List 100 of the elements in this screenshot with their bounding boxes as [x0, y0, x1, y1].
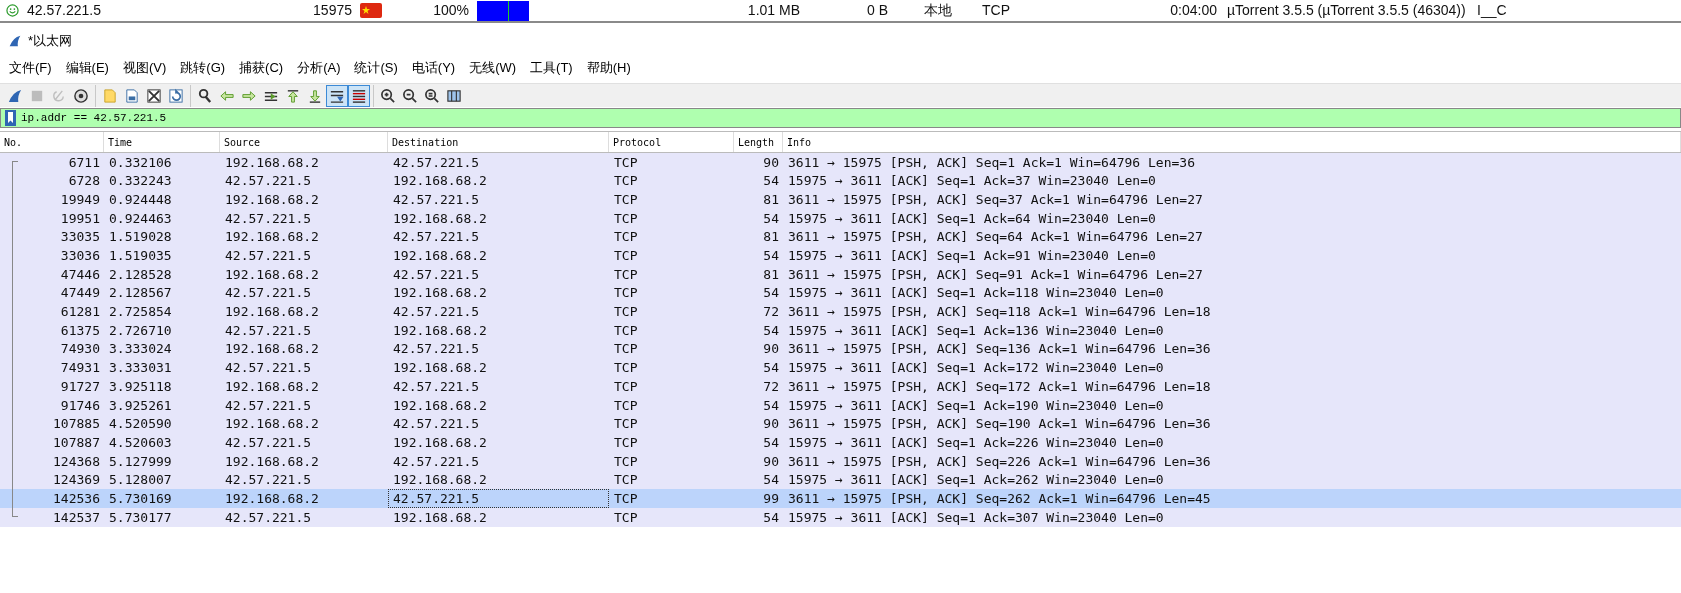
- packet-row[interactable]: 33036 1.519035 42.57.221.5 192.168.68.2 TCP 54 15975 → 3611 [ACK] Seq=1 Ack=91 Win=23040 Len=0: [0, 246, 1681, 266]
- packet-row[interactable]: 142537 5.730177 42.57.221.5 192.168.68.2 TCP 54 15975 → 3611 [ACK] Seq=1 Ack=307 Win=23040 Len=0: [0, 508, 1681, 527]
- table-cell-text: 2.128528: [108, 265, 173, 284]
- table-cell-text: 42.57.221.5: [224, 433, 313, 452]
- packet-row[interactable]: 6711 0.332106 192.168.68.2 42.57.221.5 TCP 90 3611 → 15975 [PSH, ACK] Seq=1 Ack=1 Win=64796 Len=36: [0, 153, 1681, 172]
- table-cell-text: TCP: [613, 190, 639, 209]
- table-cell-text: 99: [762, 489, 780, 508]
- table-cell-text: TCP: [613, 359, 639, 378]
- table-cell-text: 192.168.68.2: [224, 228, 320, 247]
- table-cell-text: 5.127999: [108, 452, 173, 471]
- table-cell-text: TCP: [613, 377, 639, 396]
- packet-row[interactable]: 19951 0.924463 42.57.221.5 192.168.68.2 TCP 54 15975 → 3611 [ACK] Seq=1 Ack=64 Win=23040 Len=0: [0, 209, 1681, 228]
- table-cell-text: 90: [762, 340, 780, 359]
- table-cell-text: 6711: [67, 153, 101, 172]
- table-cell-text: 3611 → 15975 [PSH, ACK] Seq=118 Ack=1 Win=64796 Len=18: [787, 303, 1212, 322]
- folder-icon: [102, 87, 118, 104]
- menu-item[interactable]: 捕获(C): [234, 58, 289, 78]
- search-icon: [197, 87, 213, 104]
- table-cell-text: 5.730177: [108, 508, 173, 527]
- menu-item[interactable]: 跳转(G): [175, 58, 231, 78]
- gear-icon: [73, 87, 89, 104]
- table-cell-text: 74931: [59, 359, 101, 378]
- smiley-icon: [6, 4, 19, 17]
- table-cell-text: 15975 → 3611 [ACK] Seq=1 Ack=172 Win=23040 Len=0: [787, 359, 1165, 378]
- table-cell-text: TCP: [613, 452, 639, 471]
- lines-button[interactable]: [348, 84, 370, 107]
- table-cell-text: 15975 → 3611 [ACK] Seq=1 Ack=190 Win=23040 Len=0: [787, 396, 1165, 415]
- table-cell-text: 42.57.221.5: [392, 303, 481, 322]
- packet-row[interactable]: 142536 5.730169 192.168.68.2 42.57.221.5 TCP 99 3611 → 15975 [PSH, ACK] Seq=262 Ack=1 Win=64796 Len=45: [0, 489, 1681, 509]
- arrow-down-icon: [307, 87, 323, 104]
- table-cell-text: 3611 → 15975 [PSH, ACK] Seq=64 Ack=1 Win=64796 Len=27: [787, 228, 1204, 247]
- packet-row[interactable]: 61375 2.726710 42.57.221.5 192.168.68.2 TCP 54 15975 → 3611 [ACK] Seq=1 Ack=136 Win=23040 Len=0: [0, 321, 1681, 340]
- packet-row[interactable]: 47446 2.128528 192.168.68.2 42.57.221.5 TCP 81 3611 → 15975 [PSH, ACK] Seq=91 Ack=1 Win=64796 Len=27: [0, 265, 1681, 284]
- table-cell-text: 3.925261: [108, 396, 173, 415]
- menu-item[interactable]: 视图(V): [117, 58, 172, 78]
- table-cell-text: 3611 → 15975 [PSH, ACK] Seq=37 Ack=1 Win=64796 Len=27: [787, 190, 1204, 209]
- packet-row[interactable]: 19949 0.924448 192.168.68.2 42.57.221.5 TCP 81 3611 → 15975 [PSH, ACK] Seq=37 Ack=1 Win=64796 Len=27: [0, 190, 1681, 210]
- table-cell-text: 54: [762, 508, 780, 527]
- peer-port: 15975: [312, 1, 352, 20]
- table-cell-text: 3611 → 15975 [PSH, ACK] Seq=226 Ack=1 Win=64796 Len=36: [787, 452, 1212, 471]
- table-cell-text: 42.57.221.5: [224, 471, 313, 490]
- table-cell-text: 3611 → 15975 [PSH, ACK] Seq=190 Ack=1 Win=64796 Len=36: [787, 415, 1212, 434]
- packet-row[interactable]: 91727 3.925118 192.168.68.2 42.57.221.5 TCP 72 3611 → 15975 [PSH, ACK] Seq=172 Ack=1 Win=64796 Len=18: [0, 377, 1681, 396]
- table-cell-text: 2.128567: [108, 284, 173, 303]
- packet-row[interactable]: 124368 5.127999 192.168.68.2 42.57.221.5 TCP 90 3611 → 15975 [PSH, ACK] Seq=226 Ack=1 Win=64796 Len=36: [0, 452, 1681, 471]
- table-cell-text: 42.57.221.5: [392, 153, 481, 172]
- table-cell-text: TCP: [613, 508, 639, 527]
- table-cell-text: 42.57.221.5: [224, 247, 313, 266]
- menu-item[interactable]: 工具(T): [525, 58, 578, 78]
- menu-item[interactable]: 分析(A): [292, 58, 346, 78]
- table-cell-text: 1.519035: [108, 247, 173, 266]
- reload-icon: [168, 87, 184, 104]
- peer-ip: 42.57.221.5: [27, 1, 102, 20]
- menu-item[interactable]: 帮助(H): [581, 58, 636, 78]
- table-cell-text: 4.520590: [108, 415, 173, 434]
- table-cell-text: 4.520603: [108, 433, 173, 452]
- display-filter-field[interactable]: ip.addr == 42.57.221.5: [0, 108, 1681, 128]
- column-header[interactable]: Source: [220, 132, 388, 152]
- table-cell-text: 3.333024: [108, 340, 173, 359]
- table-cell-text: 81: [762, 265, 780, 284]
- menu-item[interactable]: 编辑(E): [60, 58, 114, 78]
- column-header[interactable]: Protocol: [609, 132, 734, 152]
- file-icon: [124, 87, 140, 104]
- resize-columns-icon: [446, 87, 462, 104]
- column-header[interactable]: Length: [734, 132, 783, 152]
- table-cell-text: 61375: [59, 321, 101, 340]
- column-header[interactable]: Time: [104, 132, 220, 152]
- downloaded-text: 1.01 MB: [746, 1, 800, 20]
- table-cell-text: 3.333031: [108, 359, 173, 378]
- table-cell-text: 54: [762, 284, 780, 303]
- table-cell-text: 2.726710: [108, 321, 173, 340]
- table-cell-text: 3611 → 15975 [PSH, ACK] Seq=136 Ack=1 Win=64796 Len=36: [787, 340, 1212, 359]
- table-cell-text: 91727: [59, 377, 101, 396]
- table-cell-text: TCP: [613, 228, 639, 247]
- table-cell-text: 6728: [67, 172, 101, 191]
- table-cell-text: 42.57.221.5: [224, 172, 313, 191]
- table-cell-text: 192.168.68.2: [224, 153, 320, 172]
- arrow-up-icon: [285, 87, 301, 104]
- table-cell-text: 42.57.221.5: [224, 396, 313, 415]
- column-header[interactable]: Destination: [388, 132, 609, 152]
- table-cell-text: 54: [762, 359, 780, 378]
- menu-item[interactable]: 无线(W): [464, 58, 522, 78]
- table-cell-text: 192.168.68.2: [392, 471, 488, 490]
- menu-item[interactable]: 电话(Y): [406, 58, 461, 78]
- time-text: 0:04:00: [1169, 1, 1217, 20]
- menu-item[interactable]: 文件(F): [4, 58, 57, 78]
- table-cell-text: 192.168.68.2: [392, 433, 488, 452]
- table-cell-text: 61281: [59, 303, 101, 322]
- table-cell-text: TCP: [613, 172, 639, 191]
- column-header[interactable]: Info: [783, 132, 1681, 152]
- column-header[interactable]: No.: [0, 132, 104, 152]
- table-cell-text: 42.57.221.5: [224, 508, 313, 527]
- packet-row[interactable]: 107887 4.520603 42.57.221.5 192.168.68.2 TCP 54 15975 → 3611 [ACK] Seq=1 Ack=226 Win=23040 Len=0: [0, 433, 1681, 452]
- table-cell-text: 3611 → 15975 [PSH, ACK] Seq=172 Ack=1 Win=64796 Len=18: [787, 377, 1212, 396]
- autoscroll-button[interactable]: [326, 84, 348, 107]
- lines-icon: [351, 87, 367, 104]
- zoom-reset-icon: [424, 87, 440, 104]
- menu-item[interactable]: 统计(S): [349, 58, 403, 78]
- table-cell-text: 5.730169: [108, 489, 173, 508]
- table-cell-text: 192.168.68.2: [224, 489, 320, 508]
